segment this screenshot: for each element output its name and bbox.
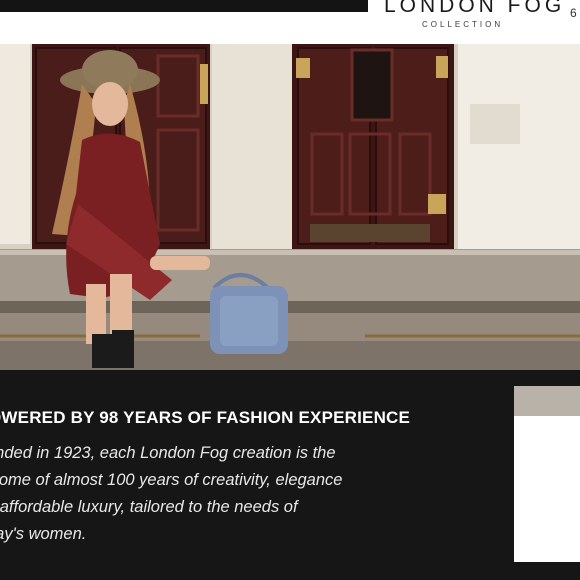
banner-body-line: day's women. [0, 525, 87, 543]
page-number: 6 [570, 6, 577, 20]
banner-body: unded in 1923, each London Fog creation … [0, 440, 456, 548]
banner-heading: OWERED BY 98 YEARS OF FASHION EXPERIENCE [0, 408, 411, 427]
brand-tagline: COLLECTION [422, 20, 504, 29]
banner-body-line: d affordable luxury, tailored to the nee… [0, 498, 298, 516]
hero-photo [0, 44, 580, 370]
info-banner: OWERED BY 98 YEARS OF FASHION EXPERIENCE… [0, 370, 580, 580]
top-bar: LONDON FOG COLLECTION 6 [0, 0, 580, 44]
brand-name: LONDON FOG [384, 0, 566, 17]
hero-photo-illustration [0, 44, 580, 370]
header-rule [0, 0, 368, 12]
banner-body-line: tcome of almost 100 years of creativity,… [0, 471, 343, 489]
brand-logo: LONDON FOG COLLECTION [380, 0, 580, 44]
side-card-photo-strip [514, 386, 580, 416]
banner-body-line: unded in 1923, each London Fog creation … [0, 444, 336, 462]
